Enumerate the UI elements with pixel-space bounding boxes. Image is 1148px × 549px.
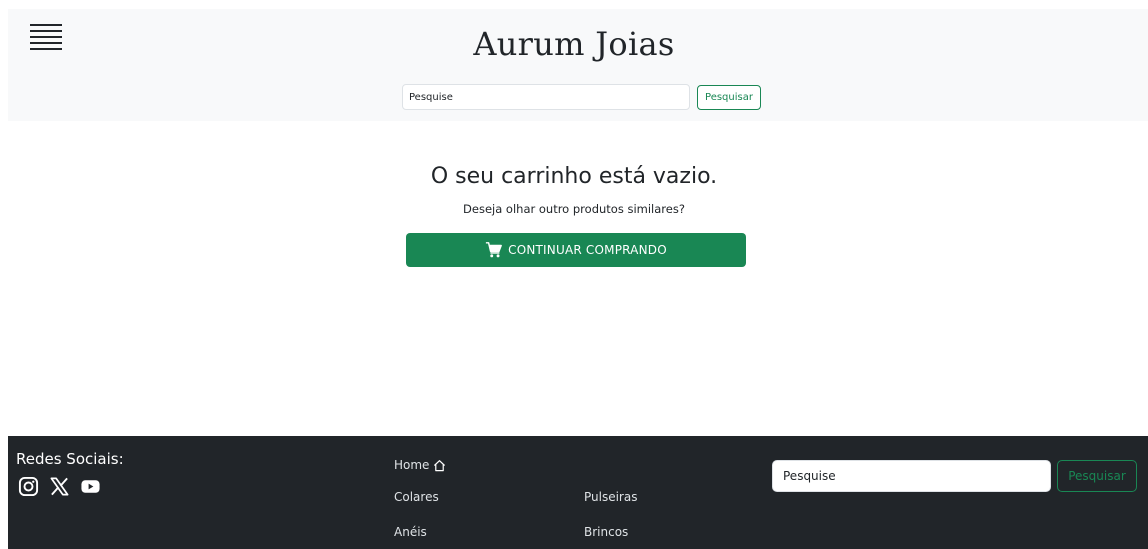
header-search-button[interactable]: Pesquisar bbox=[697, 85, 761, 110]
social-title: Redes Sociais: bbox=[16, 450, 124, 468]
footer-search-button[interactable]: Pesquisar bbox=[1057, 460, 1137, 492]
footer-nav-aneis[interactable]: Anéis bbox=[394, 525, 427, 539]
empty-cart-title: O seu carrinho está vazio. bbox=[430, 164, 718, 189]
footer: Redes Sociais: Home Colares Pulseiras An… bbox=[8, 436, 1148, 549]
social-icons bbox=[18, 476, 101, 497]
footer-nav-brincos[interactable]: Brincos bbox=[584, 525, 628, 539]
footer-nav-home[interactable]: Home bbox=[394, 458, 446, 472]
footer-nav-colares[interactable]: Colares bbox=[394, 490, 439, 504]
footer-nav-home-label: Home bbox=[394, 458, 430, 472]
x-icon[interactable] bbox=[49, 476, 70, 497]
cart-icon bbox=[486, 242, 503, 258]
empty-cart-subtitle: Deseja olhar outro produtos similares? bbox=[463, 202, 685, 216]
header: Aurum Joias Pesquisar bbox=[8, 9, 1148, 121]
youtube-icon[interactable] bbox=[80, 476, 101, 497]
header-search-input[interactable] bbox=[402, 84, 690, 110]
brand-title: Aurum Joias bbox=[473, 25, 675, 63]
continue-shopping-button[interactable]: CONTINUAR COMPRANDO bbox=[406, 233, 746, 267]
instagram-icon[interactable] bbox=[18, 476, 39, 497]
footer-nav-pulseiras[interactable]: Pulseiras bbox=[584, 490, 637, 504]
continue-shopping-label: CONTINUAR COMPRANDO bbox=[508, 243, 667, 257]
home-icon bbox=[434, 459, 446, 471]
footer-search-input[interactable] bbox=[772, 460, 1051, 492]
